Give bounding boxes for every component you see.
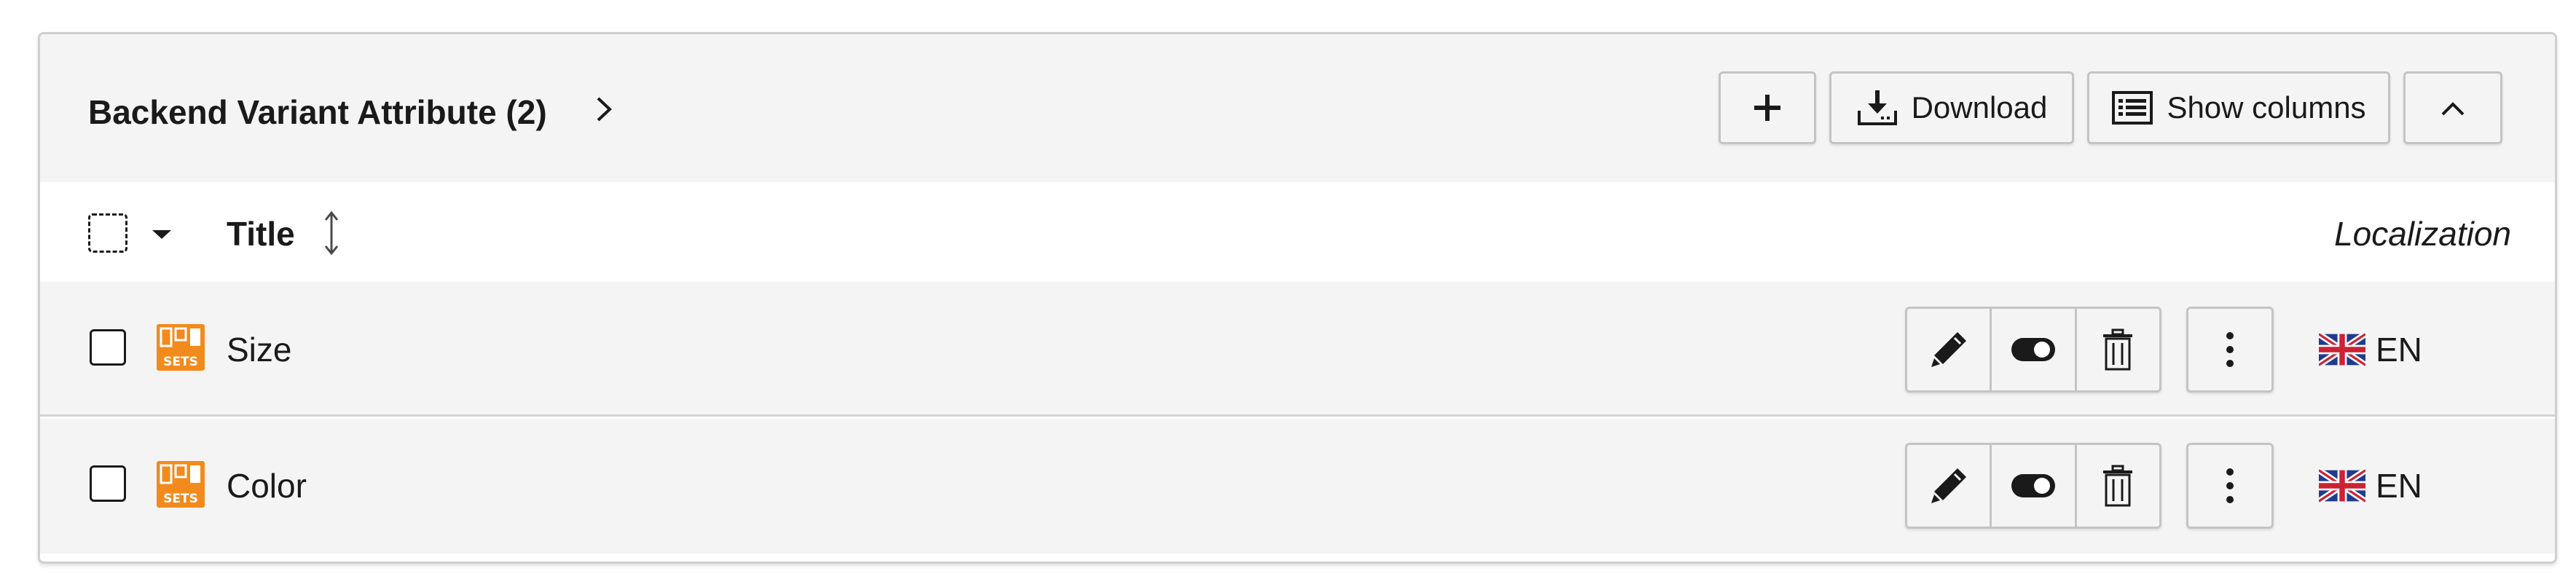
more-vertical-icon <box>2226 332 2234 367</box>
record-list-panel: Backend Variant Attribute (2) Download S… <box>38 32 2557 564</box>
column-localization-header: Localization <box>2334 215 2511 253</box>
chevron-up-icon <box>2441 102 2465 116</box>
more-actions-button[interactable] <box>2186 307 2274 393</box>
flag-uk-icon <box>2319 332 2365 367</box>
table-row: SETS Color EN <box>40 419 2555 554</box>
row-checkbox[interactable] <box>90 465 126 502</box>
trash-icon <box>2103 328 2133 371</box>
collapse-button[interactable] <box>2403 71 2502 144</box>
toggle-on-icon <box>2011 474 2055 497</box>
localization-cell: EN <box>2319 466 2422 505</box>
edit-button[interactable] <box>1907 445 1992 527</box>
delete-button[interactable] <box>2077 445 2159 527</box>
pencil-icon <box>1931 332 1966 367</box>
column-title-header[interactable]: Title <box>227 214 295 253</box>
localization-cell: EN <box>2319 330 2422 369</box>
show-columns-label: Show columns <box>2167 90 2366 125</box>
record-title[interactable]: Size <box>227 330 291 369</box>
record-title[interactable]: Color <box>227 466 307 505</box>
more-vertical-icon <box>2226 468 2234 503</box>
add-record-button[interactable] <box>1719 71 1816 144</box>
toggle-visibility-button[interactable] <box>1992 445 2077 527</box>
chevron-right-icon[interactable] <box>589 91 619 127</box>
toggle-visibility-button[interactable] <box>1992 309 2077 390</box>
pencil-icon <box>1931 468 1966 503</box>
plus-icon <box>1754 95 1780 121</box>
sort-icon[interactable] <box>321 210 342 256</box>
columns-list-icon <box>2112 91 2153 125</box>
sets-record-icon: SETS <box>157 461 205 508</box>
download-button[interactable]: Download <box>1829 71 2074 144</box>
edit-button[interactable] <box>1907 309 1992 390</box>
record-actions <box>1905 443 2161 529</box>
show-columns-button[interactable]: Show columns <box>2087 71 2390 144</box>
row-checkbox[interactable] <box>90 329 126 366</box>
panel-title[interactable]: Backend Variant Attribute (2) <box>88 92 547 132</box>
select-all-checkbox[interactable] <box>88 213 127 253</box>
download-icon <box>1857 90 1897 125</box>
svg-text:SETS: SETS <box>163 355 198 369</box>
table-row: SETS Size EN <box>40 282 2555 417</box>
panel-header: Backend Variant Attribute (2) Download S… <box>40 34 2555 184</box>
language-code: EN <box>2376 331 2422 369</box>
table-header: Title Localization <box>40 182 2555 284</box>
delete-button[interactable] <box>2077 309 2159 390</box>
caret-down-icon[interactable] <box>151 229 173 240</box>
svg-text:SETS: SETS <box>163 492 198 506</box>
record-actions <box>1905 307 2161 393</box>
more-actions-button[interactable] <box>2186 443 2274 529</box>
language-code: EN <box>2376 467 2422 505</box>
sets-record-icon: SETS <box>157 324 205 371</box>
trash-icon <box>2103 465 2133 507</box>
flag-uk-icon <box>2319 468 2365 503</box>
toggle-on-icon <box>2011 338 2055 361</box>
download-label: Download <box>1911 90 2048 125</box>
